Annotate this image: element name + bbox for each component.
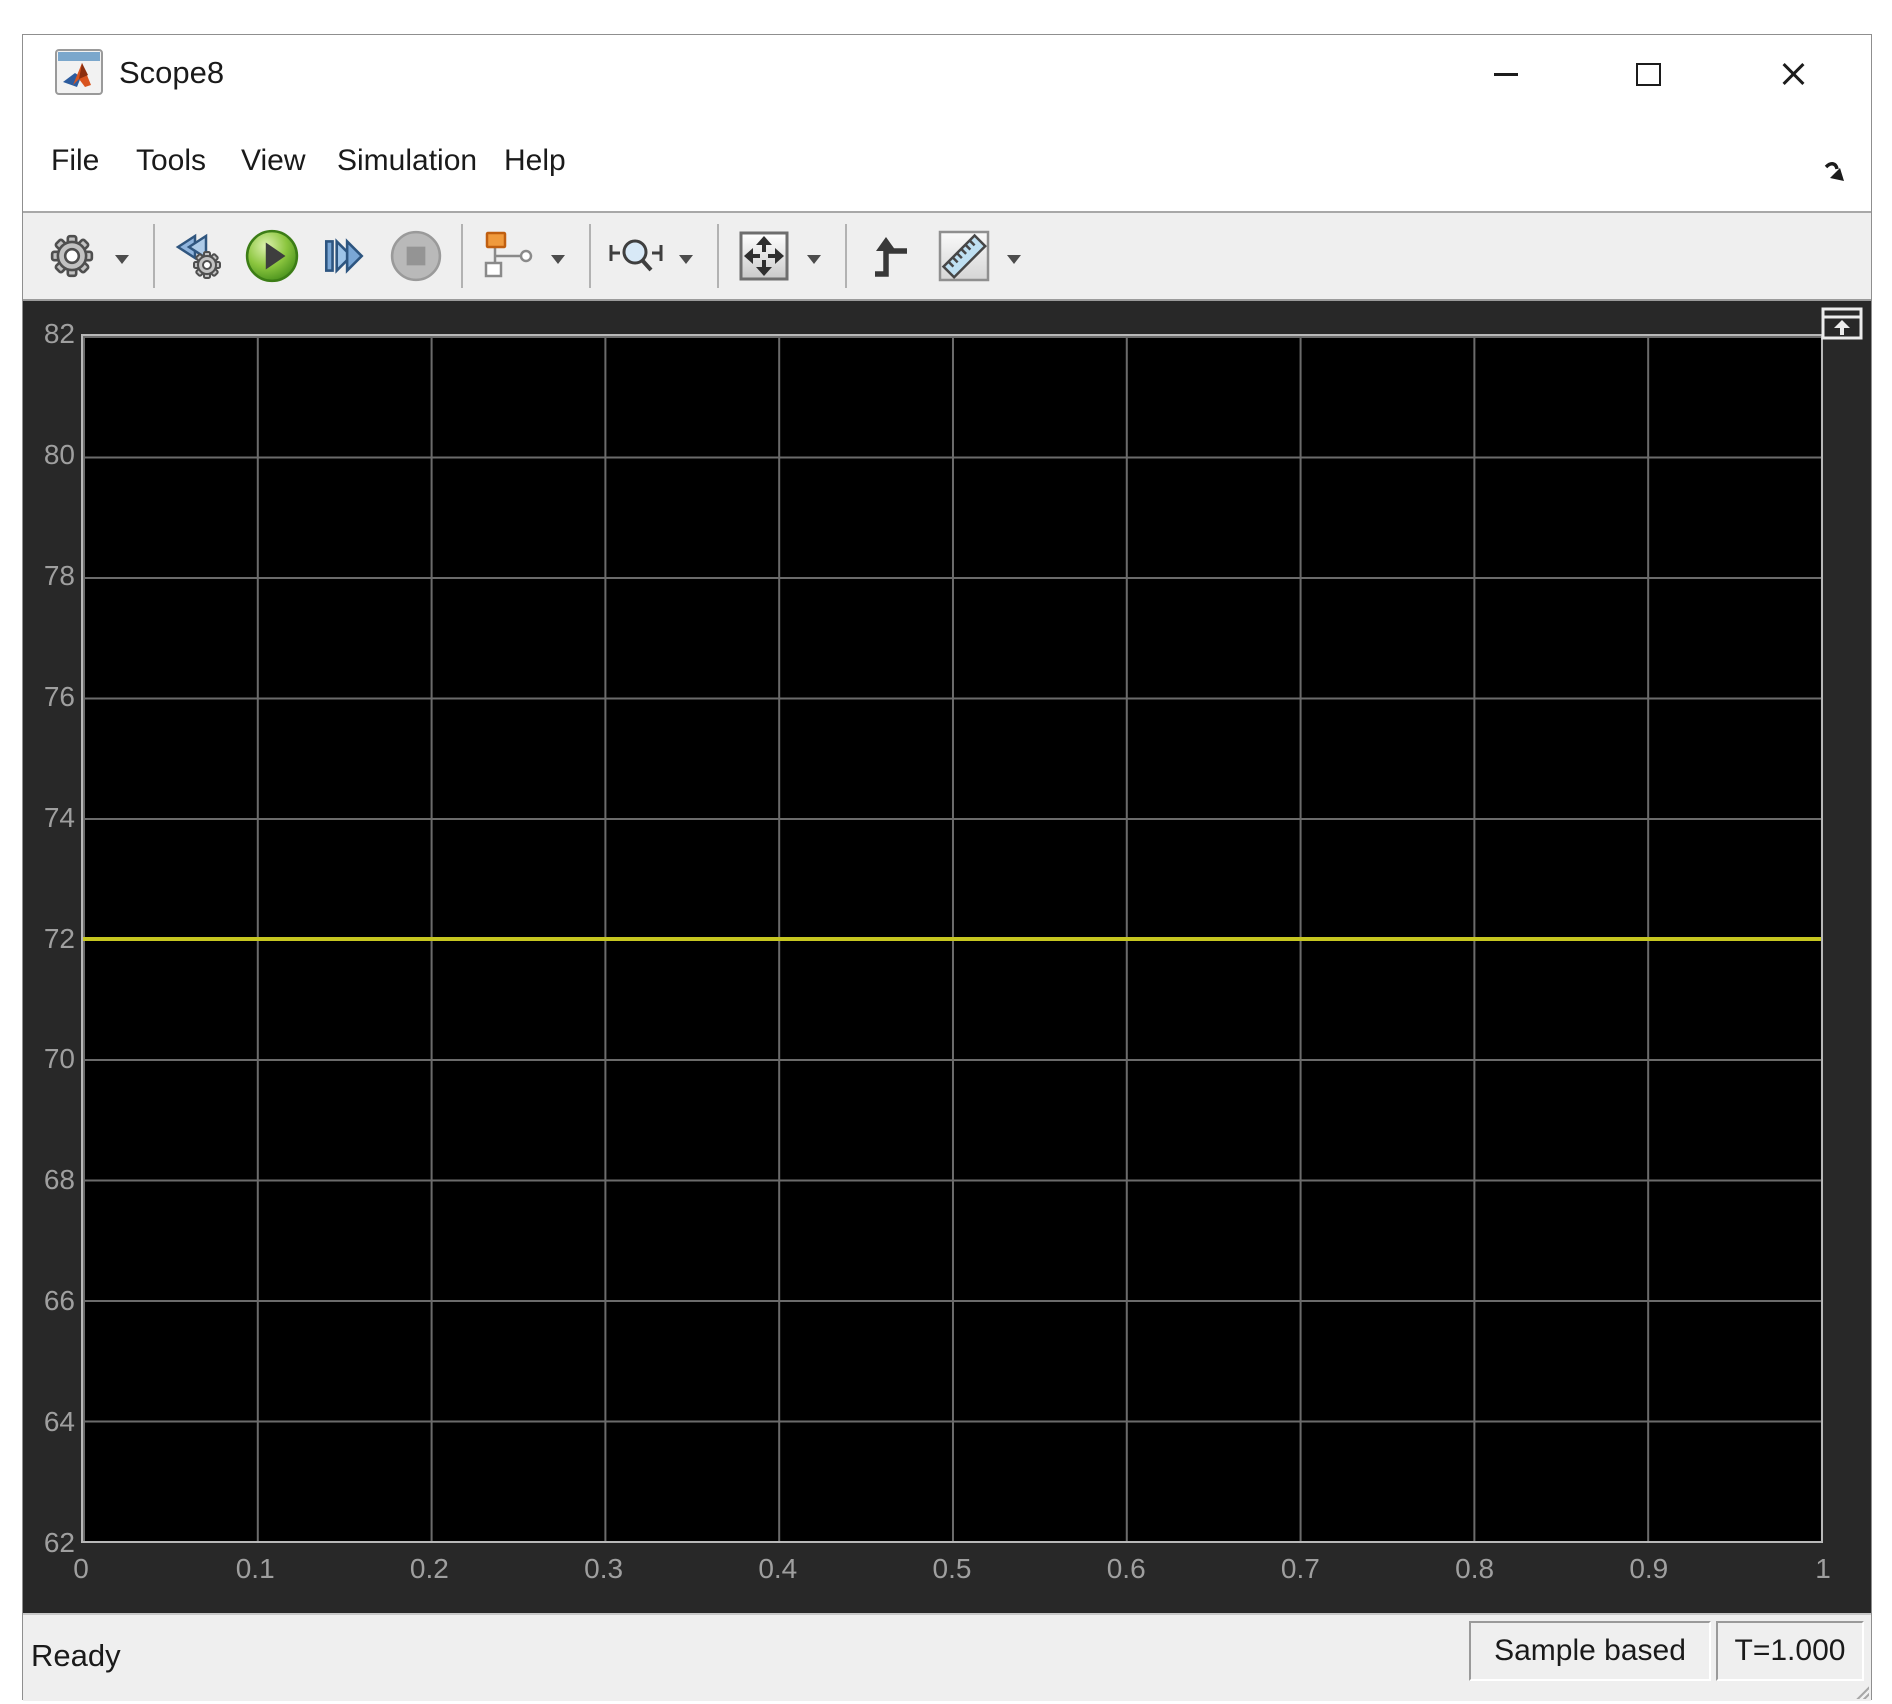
resize-grip[interactable]: [1853, 1683, 1869, 1699]
simulink-block-icon: [175, 233, 221, 279]
y-tick-label: 64: [43, 1406, 75, 1438]
zoom-icon: [609, 239, 663, 272]
y-tick-label: 70: [43, 1043, 75, 1075]
menu-item-simulation[interactable]: Simulation: [337, 111, 477, 211]
x-axis-labels: 0 0.1 0.2 0.3 0.4 0.5 0.6 0.7 0.8 0.9 1: [73, 1553, 1831, 1593]
measurements-button[interactable]: [935, 225, 993, 287]
y-tick-label: 68: [43, 1164, 75, 1196]
matlab-scope-app-icon: [55, 49, 103, 95]
toolbar-separator: [589, 224, 591, 288]
y-tick-label: 72: [43, 922, 75, 954]
parameters-button[interactable]: [43, 225, 101, 287]
x-tick-label: 0.2: [409, 1553, 449, 1584]
status-text: Ready: [31, 1638, 121, 1673]
menu-item-help[interactable]: Help: [504, 111, 566, 211]
x-tick-label: 0.9: [1629, 1553, 1669, 1584]
maximize-icon: [1635, 62, 1661, 86]
restore-panel-icon: [1821, 307, 1863, 340]
y-tick-label: 74: [43, 801, 75, 833]
trigger-icon: [875, 237, 907, 277]
stop-icon: [390, 230, 442, 282]
toolbar-separator: [845, 224, 847, 288]
x-tick-label: 0.7: [1280, 1553, 1320, 1584]
scale-axes-dropdown[interactable]: [799, 225, 829, 287]
signal-selector-button[interactable]: [479, 225, 537, 287]
minimize-icon: [1494, 72, 1518, 76]
fit-to-view-icon: [739, 231, 789, 281]
zoom-button[interactable]: [607, 225, 665, 287]
status-bar: Ready Sample based T=1.000: [23, 1613, 1871, 1701]
measurements-dropdown[interactable]: [999, 225, 1029, 287]
signal-trace: [83, 936, 1821, 941]
trigger-button[interactable]: [863, 225, 921, 287]
gear-icon: [50, 234, 94, 278]
y-tick-label: 80: [43, 438, 75, 470]
plot-canvas: 82 80 78 76 74 72 70 68 66 64 62 0 0.1 0.2 0.3 0.4 0.5 0…: [23, 301, 1871, 1613]
stop-button[interactable]: [387, 225, 445, 287]
maximize-button[interactable]: [1616, 49, 1680, 99]
step-forward-icon: [324, 238, 364, 274]
play-icon: [245, 229, 299, 283]
ruler-icon: [938, 230, 990, 282]
dock-arrow-icon[interactable]: [1821, 159, 1851, 185]
axes-area[interactable]: [81, 334, 1823, 1543]
menu-item-file[interactable]: File: [51, 111, 99, 211]
signal-selector-icon: [484, 231, 533, 278]
chevron-down-icon: [679, 254, 693, 264]
x-tick-label: 0.1: [235, 1553, 275, 1584]
chevron-down-icon: [1007, 254, 1021, 264]
toolbar-separator: [717, 224, 719, 288]
chevron-down-icon: [551, 254, 565, 264]
y-tick-label: 76: [43, 680, 75, 712]
window-title: Scope8: [119, 55, 225, 90]
zoom-dropdown[interactable]: [671, 225, 701, 287]
sim-time-indicator: T=1.000: [1716, 1621, 1864, 1681]
close-button[interactable]: [1761, 49, 1825, 99]
x-tick-label: 1: [1815, 1553, 1831, 1584]
toolbar-separator: [461, 224, 463, 288]
chevron-down-icon: [807, 254, 821, 264]
y-tick-label: 66: [43, 1285, 75, 1317]
y-tick-label: 62: [43, 1527, 75, 1558]
y-tick-label: 82: [43, 318, 75, 349]
x-tick-label: 0.6: [1106, 1553, 1146, 1584]
y-axis-labels: 82 80 78 76 74 72 70 68 66 64 62: [23, 318, 75, 1558]
x-tick-label: 0.4: [758, 1553, 798, 1584]
title-bar[interactable]: Scope8: [23, 35, 1871, 111]
y-tick-label: 78: [43, 559, 75, 591]
scope-window: Scope8 File Tools View Simulation Help 8…: [22, 34, 1872, 1701]
menu-bar: File Tools View Simulation Help: [23, 111, 1871, 211]
close-icon: [1779, 60, 1807, 88]
run-button[interactable]: [243, 225, 301, 287]
step-forward-button[interactable]: [315, 225, 373, 287]
x-tick-label: 0.3: [584, 1553, 624, 1584]
signal-selector-dropdown[interactable]: [543, 225, 573, 287]
toolbar: [23, 211, 1871, 301]
x-tick-label: 0: [73, 1553, 89, 1584]
menu-item-tools[interactable]: Tools: [136, 111, 206, 211]
x-tick-label: 0.5: [932, 1553, 972, 1584]
parameters-dropdown[interactable]: [107, 225, 137, 287]
x-tick-label: 0.8: [1455, 1553, 1495, 1584]
toolbar-separator: [153, 224, 155, 288]
menu-item-view[interactable]: View: [241, 111, 305, 211]
highlight-simulink-block-button[interactable]: [171, 225, 229, 287]
restore-panel-button[interactable]: [1821, 307, 1863, 341]
chevron-down-icon: [115, 254, 129, 264]
minimize-button[interactable]: [1474, 49, 1538, 99]
scale-axes-button[interactable]: [735, 225, 793, 287]
sample-mode-indicator: Sample based: [1469, 1621, 1711, 1681]
